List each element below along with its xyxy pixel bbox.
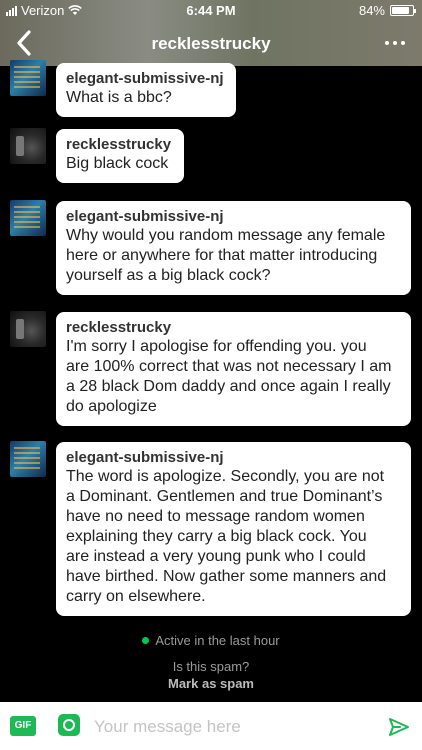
conversation-title: recklesstrucky xyxy=(151,34,271,53)
message-text: What is a bbc? xyxy=(66,89,172,106)
status-bar: Verizon 6:44 PM 84% xyxy=(0,0,422,22)
online-dot-icon xyxy=(142,637,150,645)
message-bubble: elegant-submissive-nj What is a bbc? xyxy=(56,63,236,117)
send-icon[interactable] xyxy=(388,716,410,738)
avatar-elegant-submissive-nj[interactable] xyxy=(10,441,46,477)
message-sender[interactable]: elegant-submissive-nj xyxy=(66,208,401,226)
message-bubble: elegant-submissive-nj Why would you rand… xyxy=(56,201,411,295)
message-text: Big black cock xyxy=(66,155,169,172)
status-right: 84% xyxy=(358,3,416,18)
avatar-recklesstrucky[interactable] xyxy=(10,128,46,164)
message-bubble: elegant-submissive-nj The word is apolog… xyxy=(56,442,411,616)
presence-status: Active in the last hour xyxy=(0,633,422,648)
avatar-elegant-submissive-nj[interactable] xyxy=(10,60,46,96)
battery-percent: 84% xyxy=(358,3,385,18)
message-bubble: recklesstrucky Big black cock xyxy=(56,129,184,183)
spam-question: Is this spam? xyxy=(172,659,250,674)
message-sender[interactable]: recklesstrucky xyxy=(66,319,401,337)
message-text: The word is apologize. Secondly, you are… xyxy=(66,468,387,605)
more-options-icon[interactable] xyxy=(380,36,410,50)
camera-icon[interactable] xyxy=(58,714,80,736)
presence-text: Active in the last hour xyxy=(155,633,280,648)
avatar-recklesstrucky[interactable] xyxy=(10,311,46,347)
message-sender[interactable]: recklesstrucky xyxy=(66,136,174,154)
message-bubble: recklesstrucky I'm sorry I apologise for… xyxy=(56,312,411,426)
message-text: Why would you random message any female … xyxy=(66,227,386,284)
battery-fill xyxy=(392,7,409,14)
message-sender[interactable]: elegant-submissive-nj xyxy=(66,449,401,467)
message-sender[interactable]: elegant-submissive-nj xyxy=(66,70,226,88)
gif-button[interactable]: GIF xyxy=(10,716,36,736)
chat-header: Verizon 6:44 PM 84% recklesstrucky xyxy=(0,0,422,66)
message-text: I'm sorry I apologise for offending you.… xyxy=(66,338,392,415)
message-composer: GIF xyxy=(0,702,422,750)
message-input[interactable] xyxy=(94,715,364,739)
battery-icon xyxy=(390,5,416,16)
avatar-elegant-submissive-nj[interactable] xyxy=(10,200,46,236)
mark-as-spam-link[interactable]: Mark as spam xyxy=(0,676,422,691)
